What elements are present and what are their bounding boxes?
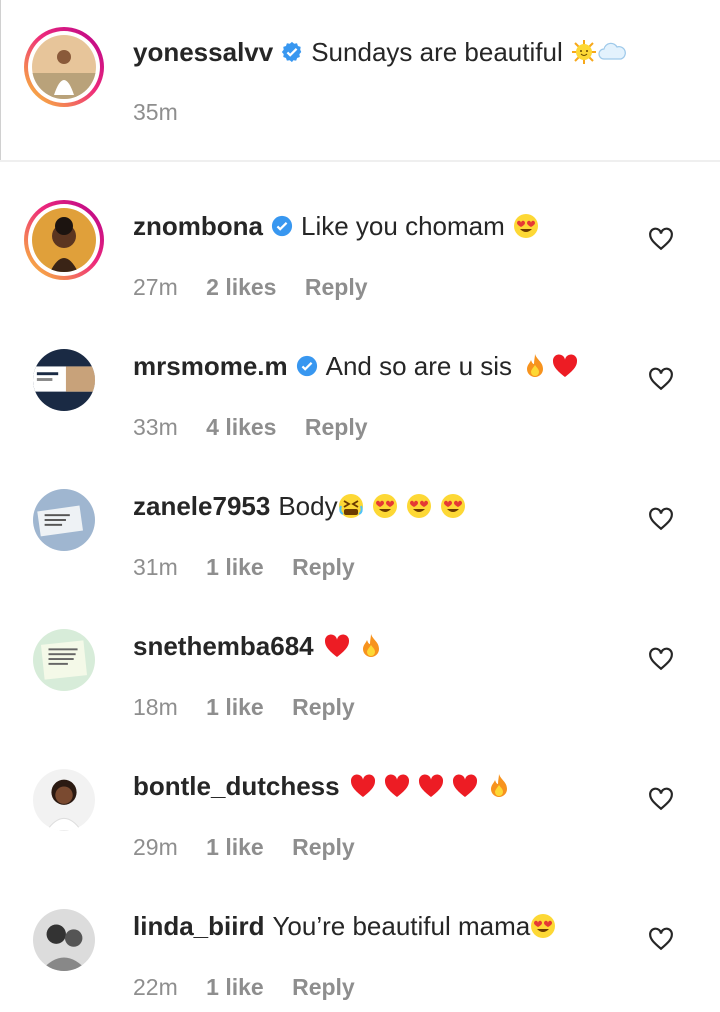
fire-emoji [362, 634, 379, 657]
red-heart-emoji [553, 354, 578, 377]
like-heart-icon[interactable] [648, 646, 674, 672]
comment-time: 18m [133, 694, 178, 720]
comment-item: snethemba684 18m 1 like Reply [0, 582, 720, 722]
comment-item: bontle_dutchess 29m 1 like Reply [0, 722, 720, 862]
comment-time: 29m [133, 834, 178, 860]
comment-avatar[interactable] [24, 480, 104, 560]
comment-time: 33m [133, 414, 178, 440]
like-count[interactable]: 1 like [206, 834, 264, 860]
username[interactable]: zanele7953 [133, 490, 270, 522]
like-count[interactable]: 4 likes [206, 414, 276, 440]
comment-item: zanele7953 Body 31m 1 like Reply [0, 442, 720, 582]
comment-avatar[interactable] [24, 200, 104, 280]
comment-text: Body [278, 491, 338, 521]
reply-button[interactable]: Reply [292, 834, 355, 860]
comment-item: znombona Like you chomam 27m 2 likes Rep… [0, 162, 720, 302]
comment-avatar[interactable] [24, 760, 104, 840]
reply-button[interactable]: Reply [305, 414, 368, 440]
cloud-emoji [598, 42, 626, 60]
comment-avatar[interactable] [24, 620, 104, 700]
avatar-image [32, 208, 96, 272]
reply-button[interactable]: Reply [292, 974, 355, 1000]
avatar-image [33, 909, 95, 971]
fire-emoji [490, 774, 507, 797]
like-heart-icon[interactable] [648, 786, 674, 812]
heart-eyes-emoji [406, 494, 431, 518]
avatar-image [32, 35, 96, 99]
heart-eyes-emoji [440, 494, 465, 518]
like-count[interactable]: 2 likes [206, 274, 276, 300]
post-caption: yonessalvv Sundays are beautiful 35m [0, 0, 720, 160]
heart-eyes-emoji [531, 914, 556, 938]
comment-time: 27m [133, 274, 178, 300]
heart-eyes-emoji [513, 214, 538, 238]
like-count[interactable]: 1 like [206, 554, 264, 580]
comment-time: 31m [133, 554, 178, 580]
comment-item: mrsmome.m And so are u sis 33m 4 likes R… [0, 302, 720, 442]
comment-time: 22m [133, 974, 178, 1000]
comment-item: linda_biird You’re beautiful mama 22m 1 … [0, 862, 720, 1002]
sun-emoji [571, 40, 596, 64]
caption-time: 35m [133, 99, 178, 125]
heart-eyes-emoji [372, 494, 397, 518]
red-heart-emoji [324, 634, 349, 657]
reply-button[interactable]: Reply [292, 554, 355, 580]
like-heart-icon[interactable] [648, 926, 674, 952]
reply-button[interactable]: Reply [305, 274, 368, 300]
like-count[interactable]: 1 like [206, 694, 264, 720]
red-heart-emoji [452, 774, 477, 797]
verified-badge-icon [271, 215, 293, 237]
username[interactable]: yonessalvv [133, 36, 273, 68]
verified-badge-icon [296, 355, 317, 377]
avatar-image [33, 349, 95, 411]
like-heart-icon[interactable] [648, 506, 674, 532]
caption-avatar[interactable] [24, 27, 104, 107]
comment-text: You’re beautiful mama [272, 911, 531, 941]
avatar-image [33, 629, 95, 691]
red-heart-emoji [384, 774, 409, 797]
verified-badge-icon [282, 41, 302, 63]
caption-text: Sundays are beautiful [311, 37, 563, 67]
red-heart-emoji [350, 774, 375, 797]
like-heart-icon[interactable] [648, 226, 674, 252]
reply-button[interactable]: Reply [292, 694, 355, 720]
comment-text: And so are u sis [325, 351, 513, 381]
comment-avatar[interactable] [24, 900, 104, 980]
red-heart-emoji [418, 774, 443, 797]
like-heart-icon[interactable] [648, 366, 674, 392]
avatar-image [33, 769, 95, 831]
comment-text: Like you chomam [301, 211, 505, 241]
fire-emoji [527, 354, 544, 377]
comment-avatar[interactable] [24, 340, 104, 420]
username[interactable]: linda_biird [133, 910, 264, 942]
avatar-image [33, 489, 95, 551]
username[interactable]: bontle_dutchess [133, 770, 340, 802]
username[interactable]: znombona [133, 210, 263, 242]
username[interactable]: snethemba684 [133, 630, 314, 662]
username[interactable]: mrsmome.m [133, 350, 288, 382]
like-count[interactable]: 1 like [206, 974, 264, 1000]
tired-face-emoji [338, 494, 363, 518]
